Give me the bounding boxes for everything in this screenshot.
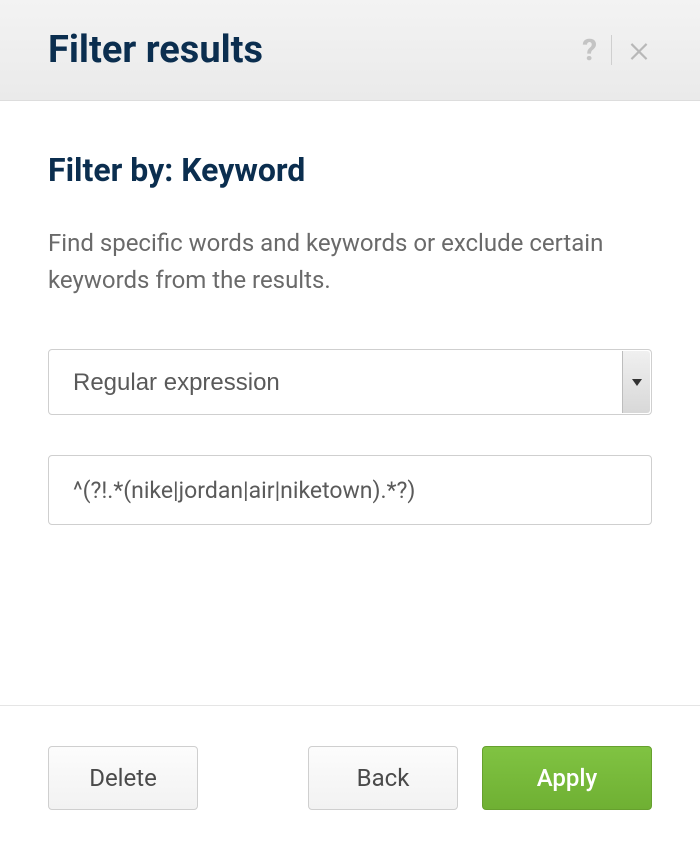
apply-button[interactable]: Apply (482, 746, 652, 810)
dialog-title: Filter results (48, 28, 263, 72)
dialog-content: Filter by: Keyword Find specific words a… (0, 101, 700, 565)
help-icon[interactable]: ? (582, 33, 597, 68)
footer-right-group: Back Apply (308, 746, 652, 810)
close-icon[interactable] (626, 37, 652, 63)
delete-button[interactable]: Delete (48, 746, 198, 810)
dialog-header: Filter results ? (0, 0, 700, 101)
filter-type-select-wrapper: Regular expression (48, 349, 652, 415)
filter-subtitle-prefix: Filter by: (48, 151, 181, 189)
filter-subtitle-value: Keyword (181, 151, 305, 189)
header-actions: ? (582, 33, 652, 68)
back-button[interactable]: Back (308, 746, 458, 810)
expression-input[interactable] (48, 455, 652, 525)
header-divider (611, 35, 612, 65)
filter-description: Find specific words and keywords or excl… (48, 225, 652, 299)
filter-subtitle: Filter by: Keyword (48, 151, 652, 189)
filter-type-select[interactable]: Regular expression (48, 349, 652, 415)
dialog-footer: Delete Back Apply (0, 705, 700, 850)
